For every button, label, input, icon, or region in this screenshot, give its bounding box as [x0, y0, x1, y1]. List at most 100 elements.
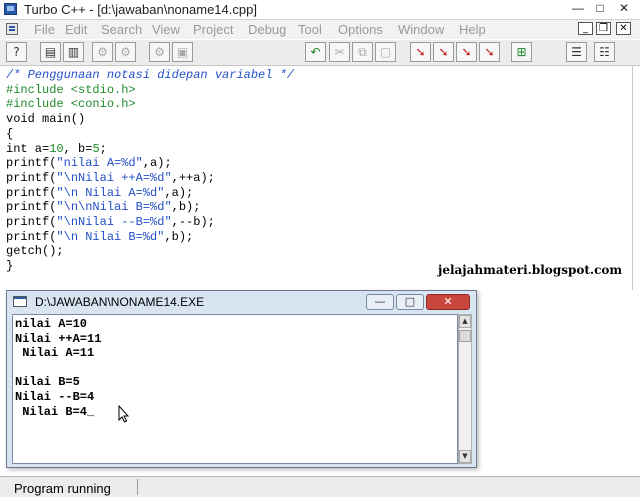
code-token: 10 [49, 141, 64, 156]
menu-project[interactable]: Project [193, 22, 233, 37]
code-token: printf( [6, 200, 57, 215]
console-output-line: Nilai B=4_ [15, 404, 95, 419]
console-maximize-button[interactable]: □ [396, 294, 424, 310]
code-line: } [6, 259, 13, 273]
code-token: ,--b); [171, 215, 215, 229]
code-line: { [6, 127, 13, 141]
console-minimize-button[interactable]: — [366, 294, 394, 310]
turbo-cpp-app-icon[interactable] [4, 3, 17, 15]
code-line: printf("\n Nilai A=%d",a); [6, 186, 193, 200]
make-icon[interactable]: ⚙ [115, 42, 136, 62]
code-token: ,b); [171, 200, 201, 215]
console-output-line: nilai A=10 [15, 317, 88, 331]
menu-debug[interactable]: Debug [248, 22, 286, 37]
console-output-area[interactable]: nilai A=10 Nilai ++A=11 Nilai A=11 Nilai B… [12, 314, 458, 464]
code-token: "\n Nilai B=%d" [56, 229, 165, 244]
code-line: int a=10, b=5; [6, 142, 107, 156]
code-token: ,a); [164, 185, 194, 200]
code-token: getch(); [6, 244, 64, 259]
paste-icon[interactable]: ▢ [375, 42, 396, 62]
code-token: } [6, 259, 14, 274]
code-token: #include <conio.h> [6, 97, 136, 112]
message-icon[interactable]: ☷ [594, 42, 615, 62]
console-output-line: Nilai B=5 [15, 375, 80, 390]
console-title-bar[interactable]: D:\JAWABAN\NONAME14.EXE — □ ✕ [7, 291, 476, 313]
help-context-icon[interactable]: ? [6, 42, 27, 62]
find-in-files-icon[interactable]: ➘ [479, 42, 500, 62]
mdi-minimize-button[interactable]: _ [578, 22, 593, 35]
status-bar: Program running [0, 476, 640, 497]
watermark-text: jelajahmateri.blogspot.com [438, 263, 623, 277]
code-token: /* Penggunaan notasi didepan variabel */ [6, 68, 295, 82]
code-token: void main() [6, 112, 86, 127]
scroll-thumb[interactable] [459, 330, 471, 342]
scroll-up-icon[interactable]: ▲ [459, 315, 471, 328]
code-line: #include <stdio.h> [6, 83, 136, 97]
open-file-icon[interactable]: ▤ [40, 42, 61, 62]
toolbar: ? ▤ ▥ ⚙ ⚙ ⚙ ▣ ↶ ✂ ⧉ ▢ ➘ ➘ ➘ ➘ ⊞ ☰ ☷ [0, 40, 640, 66]
menu-window[interactable]: Window [398, 22, 444, 37]
menu-search[interactable]: Search [101, 22, 142, 37]
replace-icon[interactable]: ➘ [433, 42, 454, 62]
code-token: printf( [6, 170, 57, 185]
console-window[interactable]: D:\JAWABAN\NONAME14.EXE — □ ✕ nilai A=10… [6, 290, 477, 468]
console-app-icon[interactable] [13, 296, 27, 307]
console-close-button[interactable]: ✕ [426, 294, 470, 310]
window-title: Turbo C++ - [d:\jawaban\noname14.cpp] [24, 2, 257, 17]
console-output-line: Nilai A=11 [15, 346, 95, 361]
console-scrollbar[interactable]: ▲ ▼ [458, 314, 472, 464]
search-again-icon[interactable]: ➘ [456, 42, 477, 62]
scroll-down-icon[interactable]: ▼ [459, 450, 471, 463]
maximize-window-button[interactable]: □ [590, 1, 610, 16]
document-menu-icon[interactable] [6, 23, 18, 35]
cut-icon[interactable]: ✂ [329, 42, 350, 62]
run-icon[interactable]: ▣ [172, 42, 193, 62]
window-title-bar: Turbo C++ - [d:\jawaban\noname14.cpp] — … [0, 0, 640, 20]
search-icon[interactable]: ➘ [410, 42, 431, 62]
code-line: printf("\n Nilai B=%d",b); [6, 230, 193, 244]
code-token: { [6, 126, 14, 141]
build-icon[interactable]: ⚙ [149, 42, 170, 62]
menu-edit[interactable]: Edit [65, 22, 87, 37]
code-token: "\n Nilai A=%d" [56, 185, 165, 200]
code-token: printf( [6, 156, 57, 171]
mdi-close-button[interactable]: ✕ [616, 22, 631, 35]
menu-bar: File Edit Search View Project Debug Tool… [0, 20, 640, 39]
code-token: , b= [63, 141, 93, 156]
code-line: printf("\nNilai ++A=%d",++a); [6, 171, 215, 185]
code-token: ,++a); [171, 170, 215, 185]
menu-view[interactable]: View [152, 22, 180, 37]
code-token: printf( [6, 185, 57, 200]
code-token: ,b); [164, 229, 194, 244]
code-token: ; [99, 141, 107, 156]
project-icon[interactable]: ☰ [566, 42, 587, 62]
menu-help[interactable]: Help [459, 22, 486, 37]
minimize-window-button[interactable]: — [568, 1, 588, 16]
console-output-line: Nilai --B=4 [15, 390, 95, 404]
code-token: ,a); [142, 156, 172, 171]
browse-icon[interactable]: ⊞ [511, 42, 532, 62]
code-line: getch(); [6, 244, 64, 258]
save-file-icon[interactable]: ▥ [63, 42, 84, 62]
code-line: printf("nilai A=%d",a); [6, 156, 172, 170]
code-line: void main() [6, 112, 85, 126]
status-separator [137, 479, 138, 495]
code-line: /* Penggunaan notasi didepan variabel */ [6, 68, 294, 82]
code-line: #include <conio.h> [6, 97, 136, 111]
menu-tool[interactable]: Tool [298, 22, 322, 37]
menu-options[interactable]: Options [338, 22, 383, 37]
mouse-cursor-icon [118, 405, 130, 423]
code-token: "\nNilai ++A=%d" [56, 170, 172, 185]
undo-icon[interactable]: ↶ [305, 42, 326, 62]
status-text: Program running [14, 481, 111, 496]
code-line: printf("\nNilai --B=%d",--b); [6, 215, 215, 229]
compile-icon[interactable]: ⚙ [92, 42, 113, 62]
close-window-button[interactable]: ✕ [612, 1, 636, 16]
menu-file[interactable]: File [34, 22, 55, 37]
copy-icon[interactable]: ⧉ [352, 42, 373, 62]
code-editor[interactable]: /* Penggunaan notasi didepan variabel */… [0, 66, 633, 290]
code-token: "\nNilai --B=%d" [56, 215, 172, 229]
code-line: printf("\n\nNilai B=%d",b); [6, 200, 200, 214]
code-token: int a= [6, 141, 50, 156]
mdi-restore-button[interactable]: ❐ [596, 22, 611, 35]
